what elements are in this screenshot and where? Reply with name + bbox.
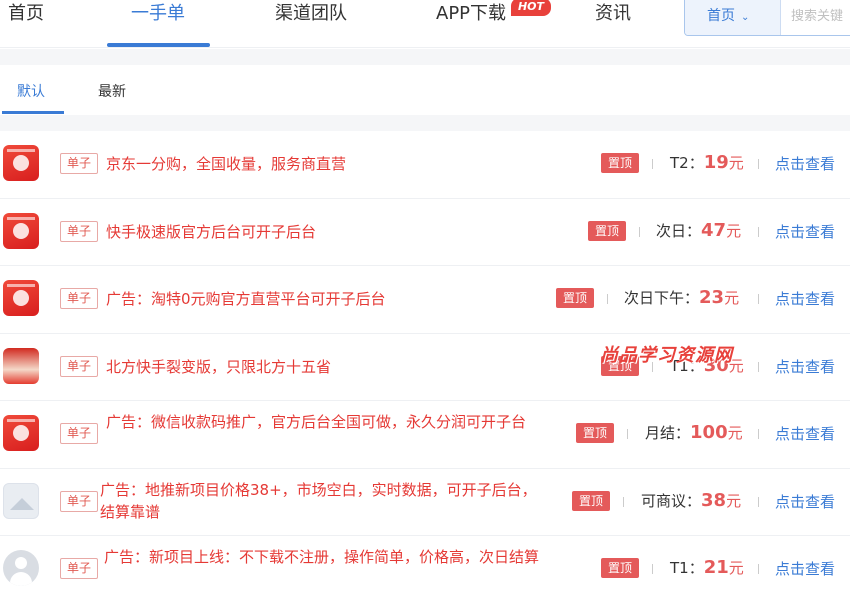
divider	[758, 361, 759, 372]
item-title[interactable]: 广告：微信收款码推广，官方后台全国可做，永久分润可开子台	[106, 411, 546, 433]
price-value: 19	[703, 152, 729, 173]
type-tag: 单子	[60, 153, 98, 174]
type-tag: 单子	[60, 288, 98, 309]
list-item[interactable]: 单子 快手极速版官方后台可开子后台 置顶 次日：47元 点击查看	[0, 198, 850, 266]
red-app-icon	[3, 280, 39, 316]
list-item[interactable]: 单子 广告：微信收款码推广，官方后台全国可做，永久分润可开子台 置顶 月结：10…	[0, 401, 850, 469]
divider	[639, 226, 640, 237]
pinned-badge: 置顶	[588, 220, 627, 241]
sort-tabs: 默认 最新	[0, 65, 850, 115]
divider	[758, 159, 759, 169]
divider	[758, 226, 759, 237]
price-value: 21	[703, 557, 729, 578]
pinned-badge: 置顶	[576, 423, 615, 443]
photo-thumb	[3, 347, 39, 384]
item-title[interactable]: 北方快手裂变版，只限北方十五省	[106, 356, 546, 378]
view-link[interactable]: 点击查看	[775, 423, 835, 444]
search-scope-label: 首页	[707, 8, 735, 24]
view-link[interactable]: 点击查看	[775, 558, 835, 579]
divider	[627, 429, 628, 439]
hot-badge: HOT	[511, 0, 551, 16]
nav-active-underline	[107, 43, 210, 47]
nav-item-channel-team[interactable]: 渠道团队	[275, 0, 347, 48]
search-scope-select[interactable]: 首页 ⌄	[685, 0, 781, 35]
type-tag: 单子	[60, 423, 98, 444]
tab-latest[interactable]: 最新	[98, 81, 126, 101]
watermark: 尚品学习资源网	[600, 345, 733, 366]
divider	[652, 564, 653, 574]
nav-item-home[interactable]: 首页	[8, 0, 44, 48]
price: T1：21元	[670, 557, 744, 578]
settle-label: 次日下午：	[624, 289, 700, 307]
pinned-badge: 置顶	[572, 490, 611, 511]
price-unit: 元	[726, 221, 742, 240]
settle-label: 可商议：	[641, 491, 702, 510]
view-link[interactable]: 点击查看	[775, 356, 835, 377]
type-tag: 单子	[60, 558, 98, 579]
view-link[interactable]: 点击查看	[775, 491, 835, 512]
price-value: 23	[699, 287, 725, 308]
view-link[interactable]: 点击查看	[775, 288, 835, 309]
price: T2：19元	[670, 152, 744, 173]
view-link[interactable]: 点击查看	[775, 153, 835, 174]
price-value: 100	[690, 422, 728, 443]
price-unit: 元	[726, 491, 742, 510]
search-input[interactable]	[791, 0, 850, 35]
red-app-icon	[3, 145, 39, 181]
tab-default[interactable]: 默认	[17, 81, 45, 101]
divider	[758, 294, 759, 304]
nav-item-first-hand[interactable]: 一手单	[131, 0, 185, 48]
pinned-badge: 置顶	[556, 288, 595, 308]
price-value: 38	[701, 489, 727, 511]
settle-label: T1：	[670, 559, 704, 577]
price-unit: 元	[727, 424, 743, 442]
red-app-icon	[3, 415, 39, 451]
nav-item-app-download[interactable]: APP下载	[436, 0, 506, 48]
price: 次日下午：23元	[624, 287, 739, 308]
item-title[interactable]: 京东一分购，全国收量，服务商直营	[106, 153, 546, 175]
price: 可商议：38元	[641, 490, 741, 511]
divider	[758, 564, 759, 574]
divider	[623, 496, 624, 507]
top-nav: 首页 一手单 渠道团队 APP下载 HOT 资讯 首页 ⌄	[0, 0, 850, 48]
red-app-icon	[3, 212, 39, 249]
divider	[758, 429, 759, 439]
settle-label: T2：	[670, 154, 704, 172]
item-title[interactable]: 广告：淘特0元购官方直营平台可开子后台	[106, 288, 546, 310]
tab-active-underline	[2, 111, 64, 114]
pinned-badge: 置顶	[601, 153, 640, 173]
list-item[interactable]: 单子 广告：淘特0元购官方直营平台可开子后台 置顶 次日下午：23元 点击查看	[0, 266, 850, 334]
default-avatar-icon	[3, 550, 39, 586]
view-link[interactable]: 点击查看	[775, 221, 835, 242]
chevron-down-icon: ⌄	[741, 12, 750, 23]
list-item[interactable]: 单子 广告：地推新项目价格38+，市场空白，实时数据，可开子后台，结算靠谱 置顶…	[0, 468, 850, 536]
item-title[interactable]: 快手极速版官方后台可开子后台	[106, 221, 546, 243]
price-unit: 元	[728, 154, 744, 172]
price-unit: 元	[728, 559, 744, 577]
price-value: 47	[701, 219, 727, 241]
item-title[interactable]: 广告：新项目上线：不下载不注册，操作简单，价格高，次日结算	[104, 546, 544, 568]
section-divider	[0, 49, 850, 65]
divider	[758, 496, 759, 507]
divider	[607, 294, 608, 304]
settle-label: 次日：	[656, 221, 702, 240]
list-item[interactable]: 单子 广告：新项目上线：不下载不注册，操作简单，价格高，次日结算 置顶 T1：2…	[0, 536, 850, 596]
type-tag: 单子	[60, 220, 98, 242]
item-title[interactable]: 广告：地推新项目价格38+，市场空白，实时数据，可开子后台，结算靠谱	[100, 479, 540, 523]
price: 月结：100元	[645, 422, 743, 443]
price-unit: 元	[724, 289, 740, 307]
type-tag: 单子	[60, 490, 98, 512]
price: 次日：47元	[656, 220, 741, 241]
section-divider	[0, 115, 850, 131]
search-box: 首页 ⌄	[684, 0, 850, 36]
nav-item-news[interactable]: 资讯	[595, 0, 631, 48]
settle-label: 月结：	[645, 424, 691, 442]
divider	[652, 159, 653, 169]
type-tag: 单子	[60, 355, 98, 377]
placeholder-image-icon	[3, 482, 39, 519]
list-item[interactable]: 单子 京东一分购，全国收量，服务商直营 置顶 T2：19元 点击查看	[0, 131, 850, 199]
pinned-badge: 置顶	[601, 558, 640, 578]
